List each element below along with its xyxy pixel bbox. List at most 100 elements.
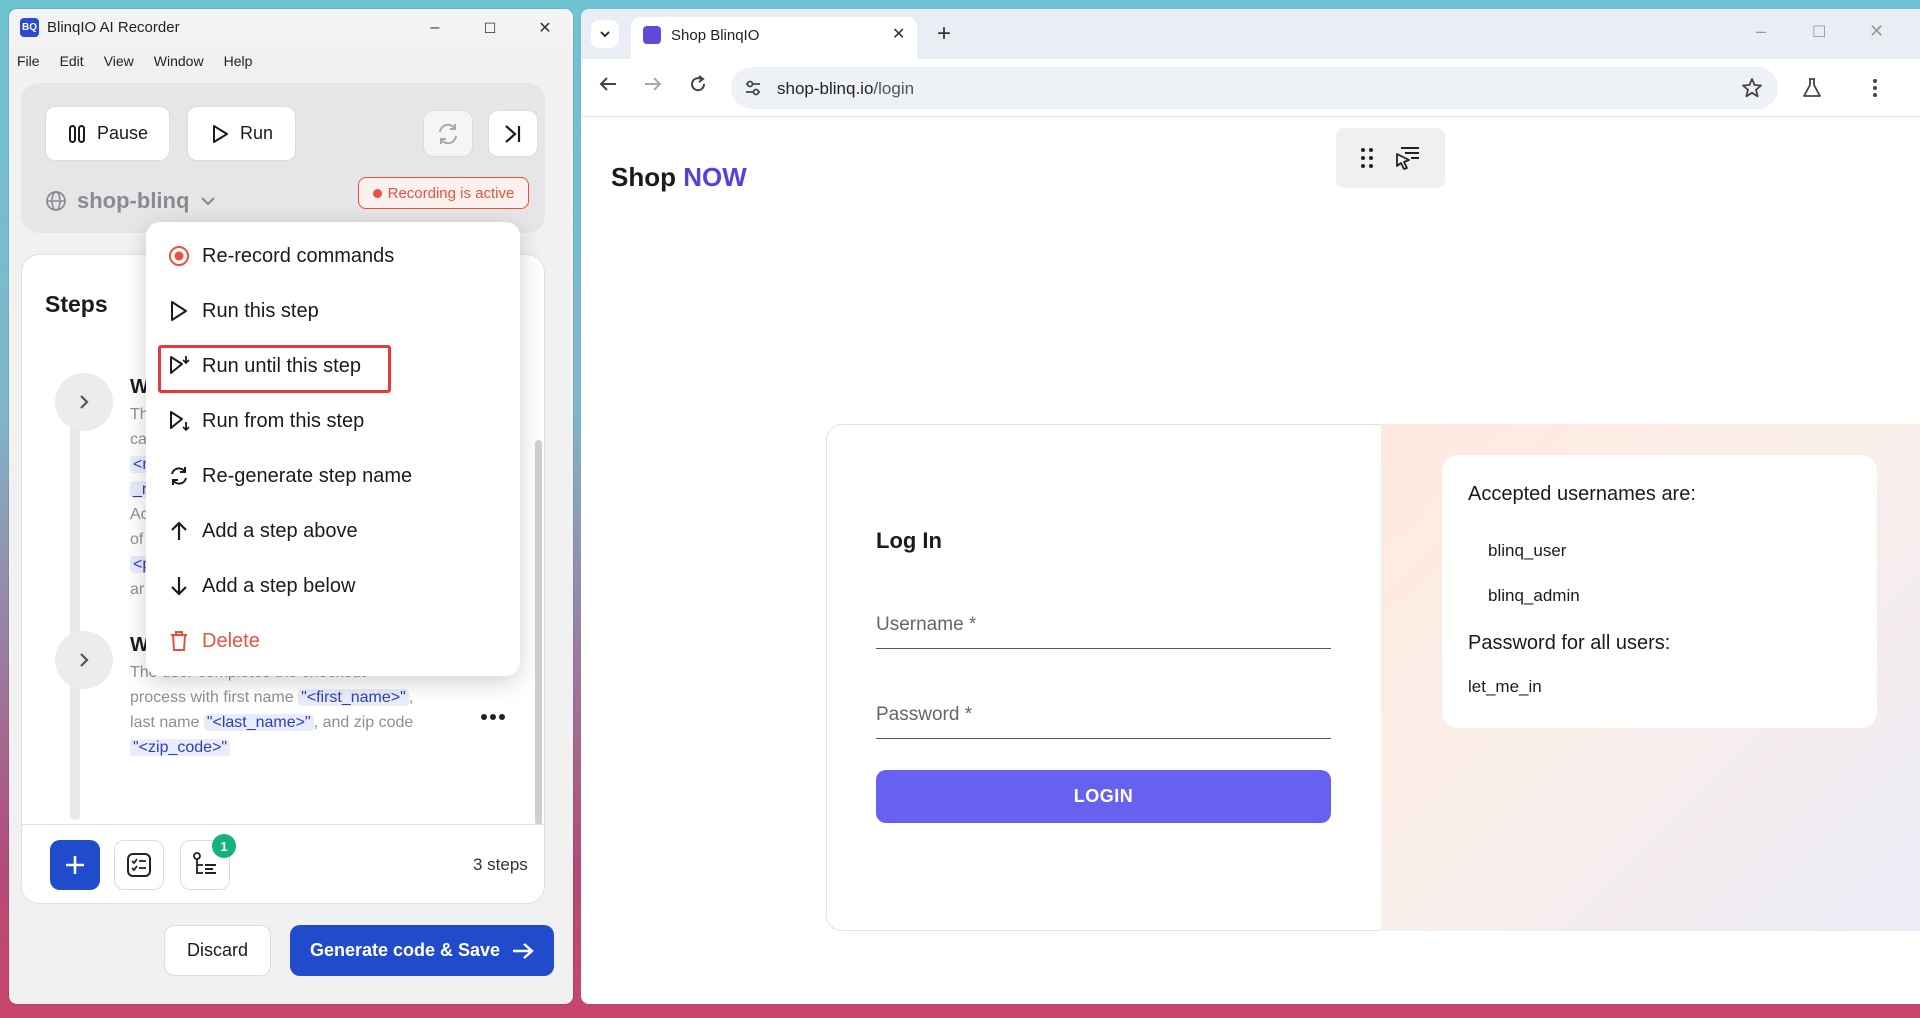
new-tab-button[interactable]: + (937, 20, 951, 48)
menu-item-label: Run this step (202, 299, 319, 322)
pause-icon (68, 124, 85, 143)
chevron-right-icon (80, 395, 89, 409)
password-field[interactable]: Password * (876, 704, 1331, 739)
project-name: shop-blinq (77, 188, 190, 213)
browser-maximize-button[interactable]: ☐ (1812, 22, 1826, 42)
maximize-button[interactable]: ☐ (462, 9, 518, 47)
checklist-icon (127, 853, 151, 877)
menu-item-label: Re-record commands (202, 244, 395, 267)
menu-item-add-step-above[interactable]: Add a step above (168, 516, 358, 546)
play-from-icon (170, 411, 190, 432)
arrow-right-icon (513, 942, 534, 959)
play-icon (212, 124, 228, 143)
steps-scrollbar[interactable] (535, 440, 542, 825)
record-icon (169, 246, 189, 266)
highlight-box (158, 345, 391, 393)
add-step-button[interactable] (50, 840, 100, 890)
step-context-menu: Re-record commands Run this step Run unt… (146, 222, 520, 676)
menu-item-run-this-step[interactable]: Run this step (168, 296, 319, 326)
minimize-button[interactable]: – (407, 9, 463, 47)
url-text: shop-blinq.io/login (777, 79, 914, 99)
discard-button[interactable]: Discard (164, 925, 271, 976)
labs-flask-icon[interactable] (1801, 77, 1823, 104)
recording-status-text: Recording is active (387, 184, 515, 202)
menu-file[interactable]: File (17, 53, 40, 69)
recording-dot-icon (372, 188, 382, 198)
url-path: /login (873, 79, 915, 98)
menu-item-run-from-this-step[interactable]: Run from this step (168, 406, 364, 436)
pause-label: Pause (96, 123, 149, 143)
menu-item-add-step-below[interactable]: Add a step below (168, 571, 355, 601)
recorder-overlay-widget (1336, 128, 1445, 188)
forward-button[interactable] (643, 74, 663, 100)
browser-close-button[interactable]: ✕ (1869, 21, 1884, 42)
trash-icon (171, 631, 187, 651)
menu-item-label: Add a step below (202, 574, 356, 597)
play-icon (171, 301, 187, 321)
close-button[interactable]: ✕ (517, 9, 573, 47)
step-2-param-zip-code: "<zip_code>" (130, 739, 231, 756)
step-2-more-button[interactable] (480, 700, 506, 728)
arrow-up-icon (171, 521, 187, 540)
refresh-icon (171, 467, 187, 485)
steps-count: 3 steps (473, 855, 528, 874)
arrow-down-icon (171, 577, 187, 596)
tab-close-icon[interactable]: ✕ (892, 24, 905, 44)
browser-menu-icon[interactable] (1871, 77, 1879, 104)
tab-favicon-icon (643, 26, 661, 44)
menu-item-label: Delete (202, 629, 260, 652)
menu-item-label: Re-generate step name (202, 464, 413, 487)
skip-to-end-button[interactable] (488, 110, 538, 157)
recording-status-badge: Recording is active (358, 177, 529, 209)
reload-button[interactable] (688, 74, 708, 100)
username-label: Username * (876, 614, 977, 635)
tab-search-button[interactable] (591, 20, 619, 48)
site-info-icon[interactable] (744, 79, 762, 102)
menu-item-regenerate-step-name[interactable]: Re-generate step name (168, 461, 412, 491)
more-horizontal-icon (481, 714, 505, 720)
run-button[interactable]: Run (187, 106, 296, 161)
login-heading: Log In (876, 528, 942, 553)
brand-now: NOW (683, 162, 747, 192)
step-2-param-first-name: "<first_name>" (298, 689, 409, 706)
menu-edit[interactable]: Edit (60, 53, 84, 69)
sync-button[interactable] (423, 110, 473, 157)
menu-window[interactable]: Window (154, 53, 204, 69)
back-button[interactable] (598, 74, 618, 100)
accepted-usernames-heading: Accepted usernames are: (1468, 483, 1696, 505)
url-host: shop-blinq.io (777, 79, 874, 98)
chevron-right-icon (80, 653, 89, 667)
password-value: let_me_in (1468, 677, 1542, 696)
list-tree-icon (193, 852, 216, 874)
menu-view[interactable]: View (104, 53, 134, 69)
run-label: Run (239, 123, 274, 143)
skip-end-icon (505, 124, 521, 143)
browser-minimize-button[interactable]: – (1756, 21, 1766, 42)
bookmark-star-icon[interactable] (1741, 77, 1763, 104)
username-item: blinq_admin (1488, 586, 1580, 605)
step-2-param-last-name: "<last_name>" (203, 714, 314, 731)
username-field[interactable]: Username * (876, 614, 1331, 649)
step-1-expand-button[interactable] (55, 373, 113, 431)
drag-handle-icon[interactable] (1360, 147, 1374, 169)
steps-title: Steps (45, 291, 108, 317)
login-button[interactable]: LOGIN (876, 770, 1331, 823)
pause-button[interactable]: Pause (45, 106, 170, 161)
arrow-right-icon (645, 77, 662, 91)
menu-bar: File Edit View Window Help (9, 47, 573, 75)
pointer-select-icon[interactable] (1393, 144, 1421, 172)
password-heading: Password for all users: (1468, 632, 1671, 654)
app-logo-icon: BQ (20, 18, 39, 37)
checklist-button[interactable] (114, 840, 164, 890)
step-2-text: , and zip code (313, 714, 414, 731)
generate-code-button[interactable]: Generate code & Save (290, 925, 554, 976)
step-2-expand-button[interactable] (55, 631, 113, 689)
project-selector[interactable]: shop-blinq (45, 188, 217, 214)
sync-icon (439, 123, 457, 144)
plus-icon (66, 856, 84, 874)
arrow-left-icon (599, 77, 616, 91)
steps-timeline (70, 400, 80, 820)
menu-item-delete[interactable]: Delete (168, 626, 260, 656)
menu-help[interactable]: Help (224, 53, 253, 69)
menu-item-re-record[interactable]: Re-record commands (168, 241, 394, 271)
